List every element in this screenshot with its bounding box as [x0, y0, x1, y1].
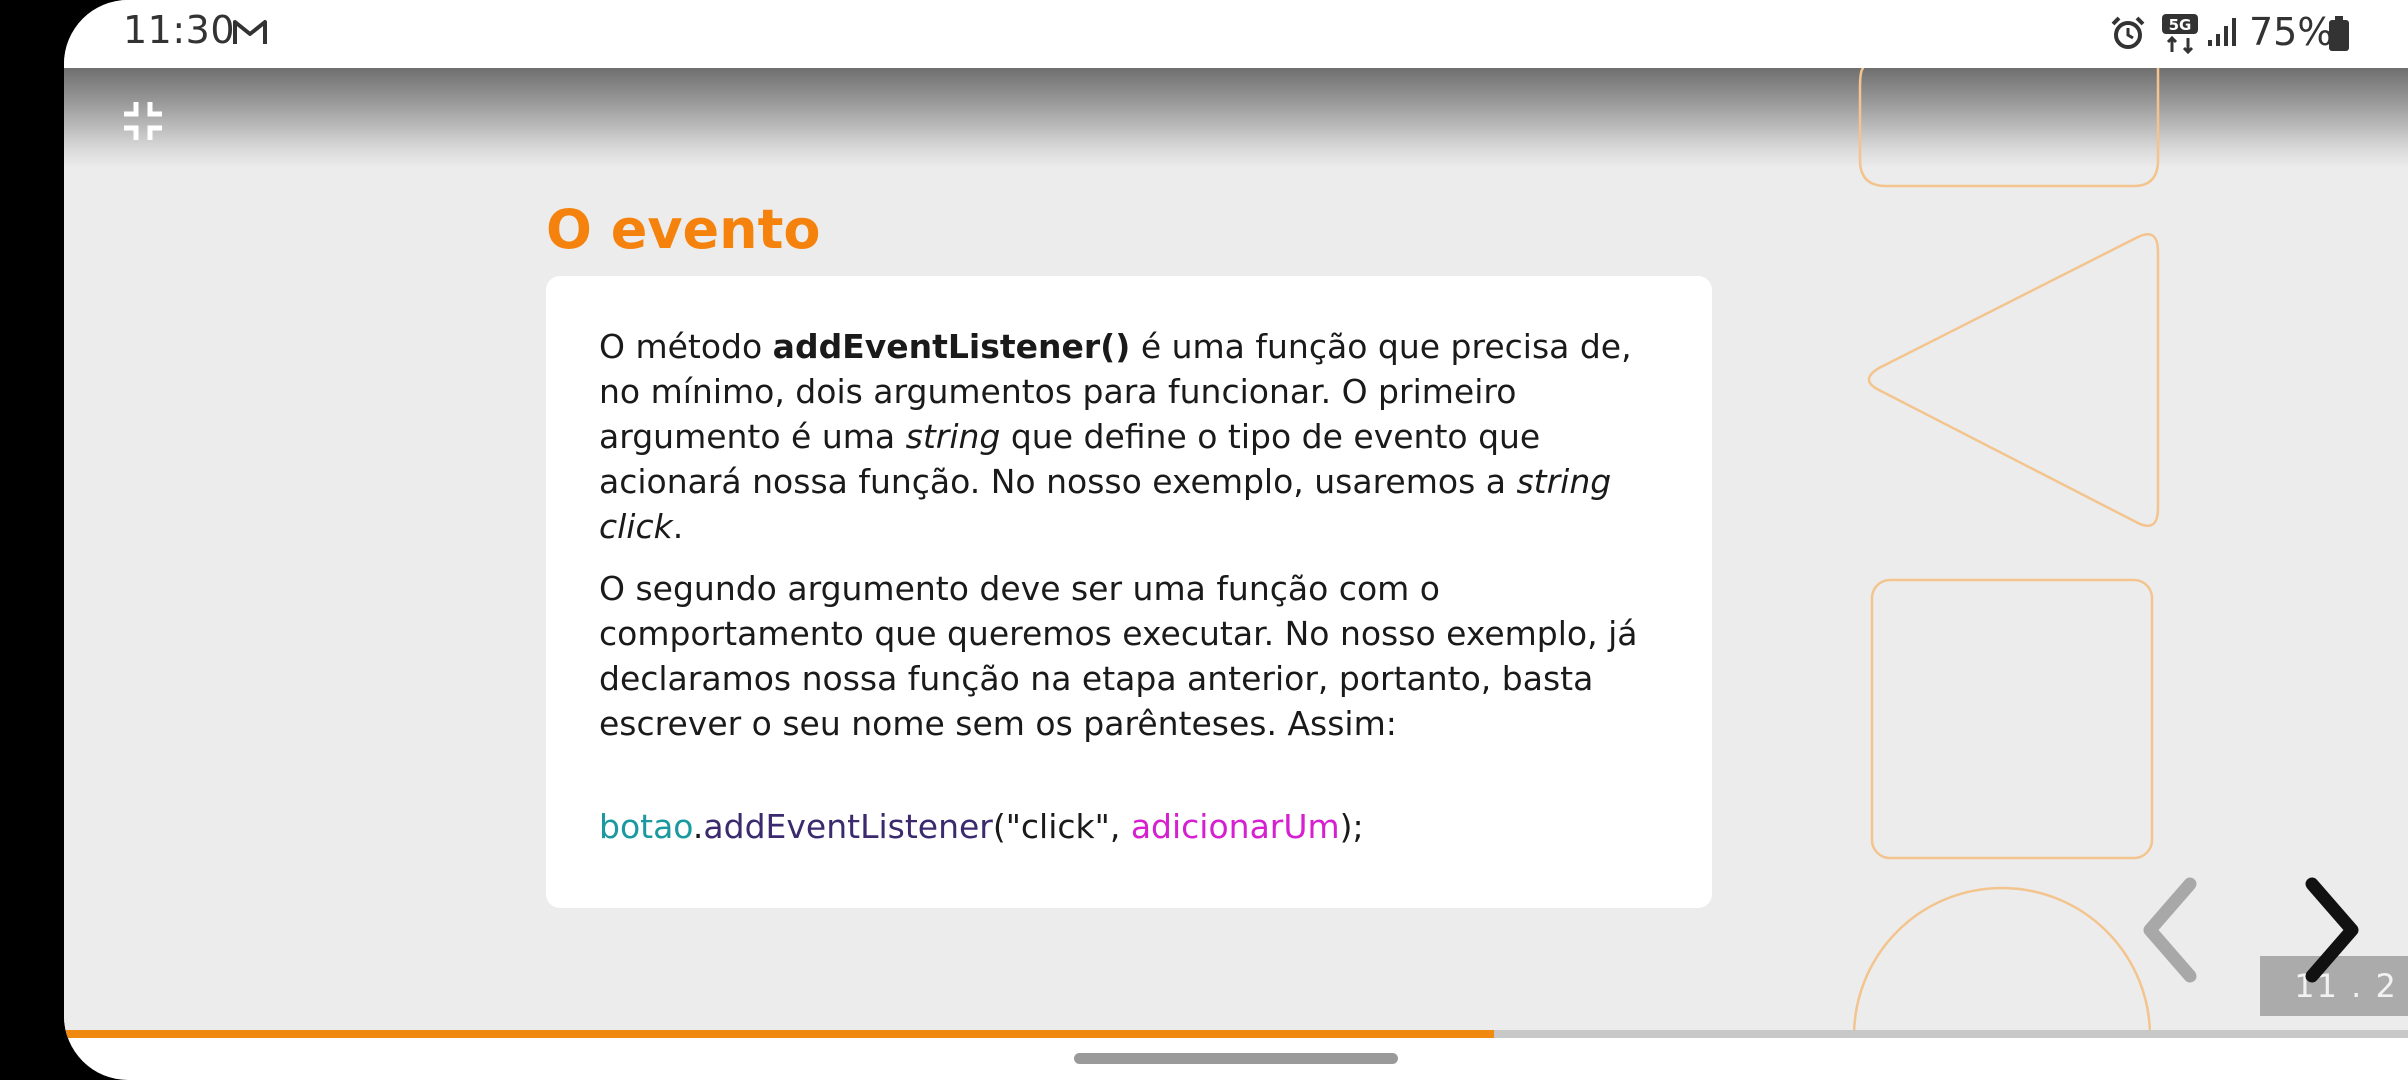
battery-icon: [2329, 16, 2349, 51]
chevron-left-icon[interactable]: [2138, 876, 2202, 984]
5g-icon: 5G: [2162, 14, 2198, 54]
status-time: 11:30: [123, 8, 236, 52]
presentation-slide: O evento O método addEventListener() é u…: [64, 68, 2408, 1036]
signal-icon: [2208, 18, 2236, 46]
status-bar: 11:30 5G 75%: [64, 0, 2408, 68]
code-snippet: botao.addEventListener("click", adiciona…: [599, 807, 1364, 846]
paragraph-intro: O método addEventListener() é uma função…: [599, 327, 1632, 546]
content-card: O método addEventListener() é uma função…: [546, 276, 1712, 908]
svg-text:5G: 5G: [2169, 16, 2192, 34]
code-function: adicionarUm: [1130, 807, 1340, 846]
progress-bar-fill: [64, 1030, 1494, 1038]
code-method: addEventListener: [703, 807, 993, 846]
method-name: addEventListener(): [772, 327, 1131, 366]
paragraph-second-argument: O segundo argumento deve ser uma função …: [599, 569, 1638, 743]
code-object: botao: [599, 807, 693, 846]
chevron-right-icon[interactable]: [2300, 876, 2364, 984]
progress-bar[interactable]: [64, 1030, 2408, 1038]
gmail-icon: [233, 20, 267, 44]
device-screen: 11:30 5G 75% O evento O método addEventL…: [64, 0, 2408, 1080]
home-indicator[interactable]: [1074, 1053, 1398, 1064]
battery-level: 75%: [2249, 10, 2334, 54]
slide-title: O evento: [546, 198, 821, 261]
alarm-icon: [2111, 16, 2145, 49]
